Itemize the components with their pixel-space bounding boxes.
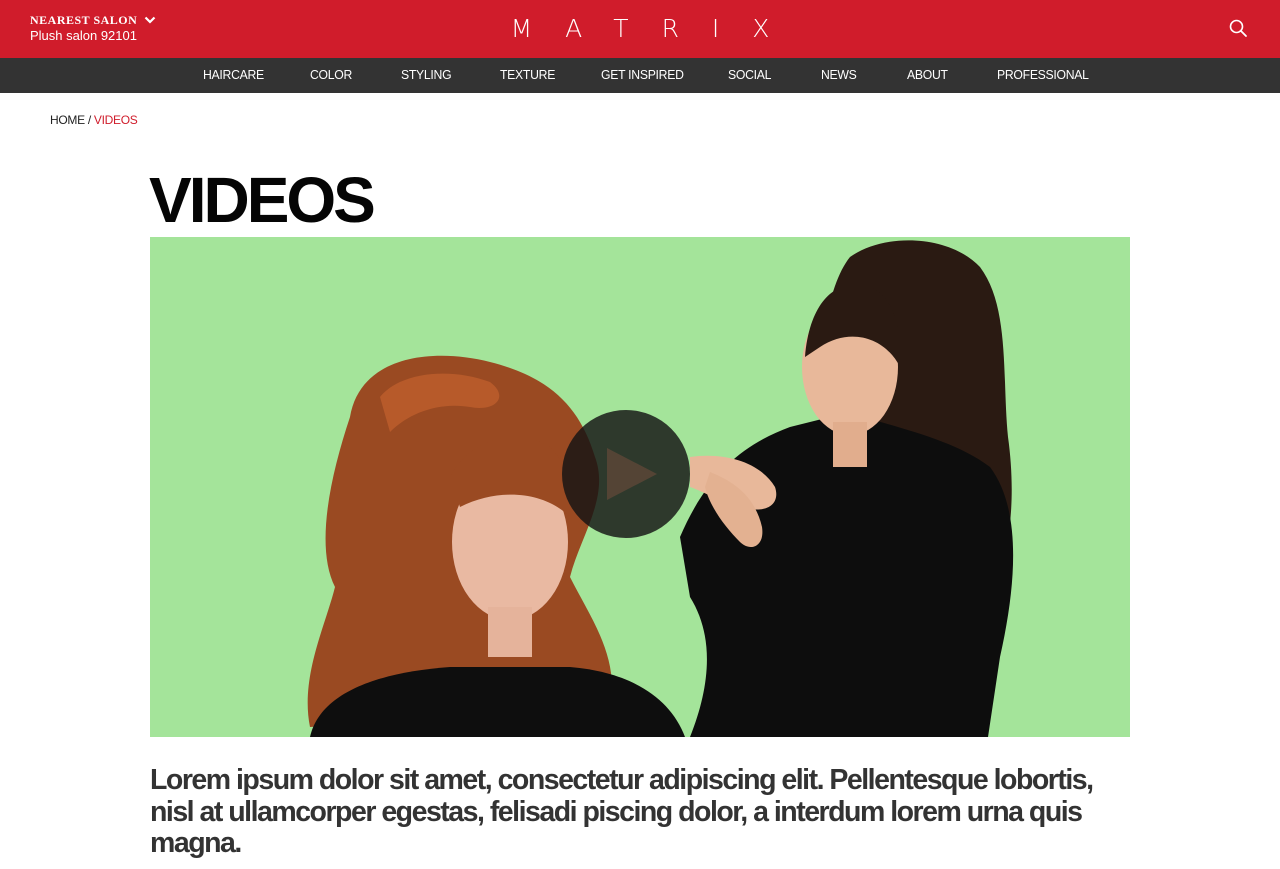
nav-item-get-inspired[interactable]: GET INSPIRED (601, 58, 684, 93)
video-player[interactable] (150, 237, 1130, 737)
nav-item-styling[interactable]: STYLING (401, 58, 452, 93)
nav-item-about[interactable]: ABOUT (907, 58, 948, 93)
brand-logo[interactable]: MATRIX (0, 14, 1280, 44)
main-navigation: HAIRCARE COLOR STYLING TEXTURE GET INSPI… (0, 58, 1280, 93)
nav-item-news[interactable]: NEWS (821, 58, 857, 93)
nav-item-professional[interactable]: PROFESSIONAL (997, 58, 1089, 93)
search-icon[interactable] (1228, 18, 1248, 38)
play-icon[interactable] (562, 410, 690, 538)
video-description: Lorem ipsum dolor sit amet, consectetur … (150, 764, 1094, 859)
nav-item-texture[interactable]: TEXTURE (500, 58, 555, 93)
breadcrumb-current: VIDEOS (93, 113, 138, 127)
breadcrumb-home-link[interactable]: HOME (50, 113, 85, 127)
nav-item-haircare[interactable]: HAIRCARE (203, 58, 264, 93)
top-header: NEAREST SALON Plush salon 92101 MATRIX (0, 0, 1280, 58)
breadcrumb-separator: / (84, 113, 94, 127)
breadcrumb: HOME / VIDEOS (50, 113, 138, 127)
nav-item-social[interactable]: SOCIAL (728, 58, 771, 93)
page-title: VIDEOS (149, 164, 376, 236)
nav-item-color[interactable]: COLOR (310, 58, 352, 93)
